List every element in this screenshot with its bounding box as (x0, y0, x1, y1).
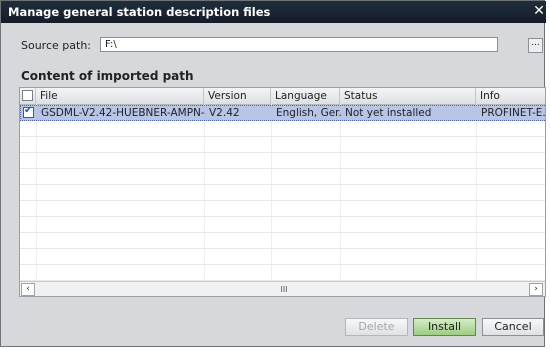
table-row[interactable]: GSDML-V2.42-HUEBNER-AMPN-20... V2.42 Eng… (20, 105, 546, 121)
row-file: GSDML-V2.42-HUEBNER-AMPN-20... (41, 107, 205, 119)
select-all-checkbox[interactable] (22, 90, 33, 101)
table-row-empty (20, 201, 545, 217)
row-language: English, Ger... (276, 107, 341, 119)
dialog-title: Manage general station description files (8, 5, 271, 19)
cancel-button[interactable]: Cancel (482, 318, 544, 336)
scroll-grip-icon[interactable]: III (278, 283, 290, 296)
gsd-manage-dialog: Manage general station description files… (0, 0, 546, 347)
column-header-file[interactable]: File (36, 88, 204, 104)
horizontal-scrollbar[interactable]: ‹ III › (20, 281, 545, 296)
header-select-all[interactable] (20, 88, 36, 104)
source-path-label: Source path: (21, 39, 91, 52)
row-checkbox[interactable] (23, 105, 34, 118)
browse-button[interactable]: ... (528, 38, 543, 53)
table-row-empty (20, 137, 545, 153)
scroll-right-icon[interactable]: › (529, 283, 543, 296)
table-row-empty (20, 153, 545, 169)
content-heading: Content of imported path (21, 69, 194, 83)
table-row-empty (20, 169, 545, 185)
row-status: Not yet installed (345, 107, 432, 119)
table-row-empty (20, 121, 545, 137)
column-header-version[interactable]: Version (204, 88, 271, 104)
row-info: PROFINET-E... (481, 107, 546, 119)
column-header-language[interactable]: Language (271, 88, 340, 104)
table-row-empty (20, 185, 545, 201)
row-version: V2.42 (209, 107, 240, 119)
table-row-empty (20, 233, 545, 249)
column-header-info[interactable]: Info (476, 88, 545, 104)
dialog-titlebar: Manage general station description files… (1, 1, 546, 23)
table-header: File Version Language Status Info (20, 88, 545, 105)
table-row-empty (20, 249, 545, 265)
table-row-empty (20, 217, 545, 233)
delete-button[interactable]: Delete (345, 318, 408, 336)
table-row-empty (20, 265, 545, 281)
column-header-status[interactable]: Status (340, 88, 476, 104)
gsd-file-table: File Version Language Status Info GSDML-… (19, 87, 546, 297)
source-path-input[interactable]: F:\ (100, 37, 498, 52)
scroll-left-icon[interactable]: ‹ (21, 283, 35, 296)
install-button[interactable]: Install (413, 318, 476, 336)
close-icon[interactable]: ✕ (531, 3, 547, 19)
